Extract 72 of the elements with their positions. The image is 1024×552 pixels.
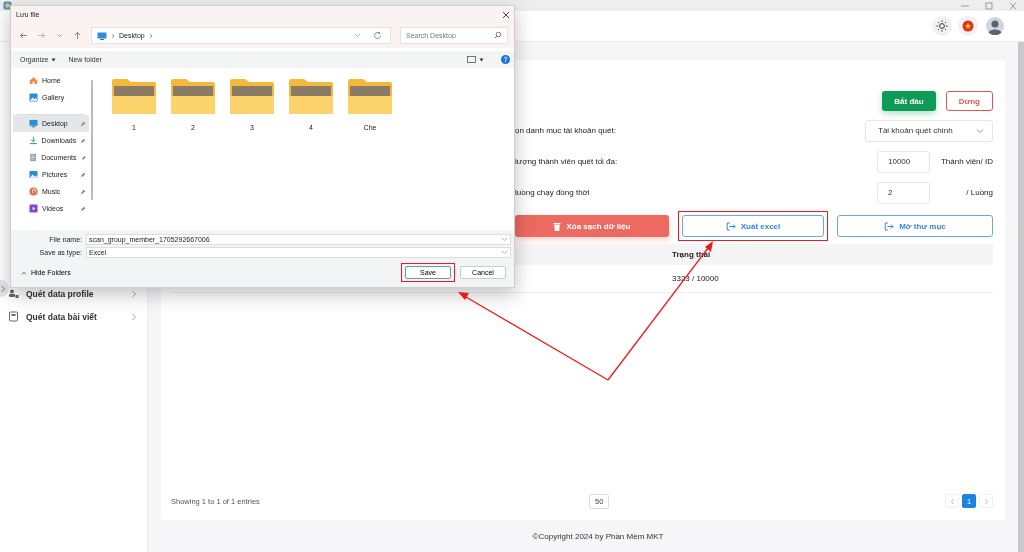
sun-icon: [936, 20, 948, 32]
gallery-icon: [29, 93, 38, 102]
pin-icon: [80, 205, 86, 212]
monitor-icon: [97, 31, 107, 40]
chevron-down-icon[interactable]: [55, 31, 64, 40]
field-label: lượng thành viên quét tối đa:: [515, 157, 619, 166]
document-icon: [29, 153, 38, 162]
folder-icon: [111, 78, 157, 115]
chevron-right-icon: [0, 284, 6, 293]
pin-icon: [80, 171, 86, 178]
forward-arrow-icon[interactable]: [37, 31, 46, 40]
caret-down-icon: [479, 57, 484, 62]
number-field[interactable]: 2: [877, 181, 930, 204]
folder-icon: [229, 78, 275, 115]
help-icon[interactable]: [501, 55, 510, 64]
picture-icon: [29, 170, 38, 179]
export-icon: [884, 221, 895, 231]
export-button[interactable]: Xuất excel: [682, 215, 824, 237]
search-icon: [494, 31, 502, 39]
folder-icon: [347, 78, 393, 115]
up-arrow-icon[interactable]: [73, 31, 82, 40]
folder-icon: [170, 78, 216, 115]
app-icon: [3, 1, 12, 10]
chevron-left-icon: [949, 497, 955, 505]
document-icon: [8, 311, 19, 322]
theme-button[interactable]: [932, 16, 952, 36]
export-icon: [725, 221, 736, 231]
people-icon: [8, 288, 19, 299]
previous-page-button[interactable]: [945, 494, 959, 508]
account-dropdown[interactable]: Tài khoản quét chính: [865, 119, 993, 142]
video-icon: [29, 204, 38, 213]
flag-icon: [962, 20, 974, 32]
export-button[interactable]: Mở thư mục: [837, 215, 993, 237]
chevron-right-icon: [983, 497, 989, 505]
pin-icon: [80, 137, 86, 144]
refresh-icon[interactable]: [373, 31, 382, 40]
unit-label: Thành viên/ ID: [939, 157, 993, 166]
chevron-right-icon: [111, 32, 115, 39]
next-page-button[interactable]: [979, 494, 993, 508]
pin-icon: [80, 188, 86, 195]
chevron-right-icon: [131, 289, 137, 298]
music-icon: [29, 187, 38, 196]
sidebar-item[interactable]: Quét data profile: [0, 282, 147, 305]
chevron-right-icon: [131, 312, 137, 321]
chevron-down-icon: [354, 33, 361, 38]
maximize-icon[interactable]: [984, 1, 994, 10]
back-arrow-icon[interactable]: [19, 31, 28, 40]
house-icon: [29, 76, 38, 85]
sidebar-item[interactable]: Quét data bài viết: [0, 305, 147, 328]
avatar-icon[interactable]: [986, 17, 1004, 35]
view-icon: [467, 56, 476, 63]
copyright-text: ©Copyright 2024 by Phần Mềm MKT: [531, 532, 665, 541]
field-label: ọn danh mục tài khoản quét:: [515, 126, 617, 135]
field-label: luồng chạy đồng thời: [515, 188, 591, 197]
start-button[interactable]: Bắt đầu: [882, 91, 936, 111]
chevron-down-icon: [976, 127, 984, 134]
stop-button[interactable]: Dừng: [945, 91, 993, 111]
close-icon[interactable]: [502, 10, 510, 19]
chevron-up-icon: [21, 270, 27, 275]
number-field[interactable]: 10000: [877, 150, 930, 173]
pin-icon: [80, 154, 86, 161]
chevron-down-icon: [501, 250, 508, 255]
chevron-right-icon: [148, 32, 153, 39]
folder-icon: [288, 78, 334, 115]
chevron-down-icon: [501, 237, 508, 242]
download-icon: [29, 136, 38, 145]
unit-label: / Luồng: [965, 188, 993, 197]
language-button[interactable]: [958, 16, 978, 36]
caret-down-icon: [51, 57, 57, 62]
monitor-icon: [29, 119, 38, 128]
trash-icon: [553, 221, 562, 231]
pin-icon: [80, 120, 86, 127]
